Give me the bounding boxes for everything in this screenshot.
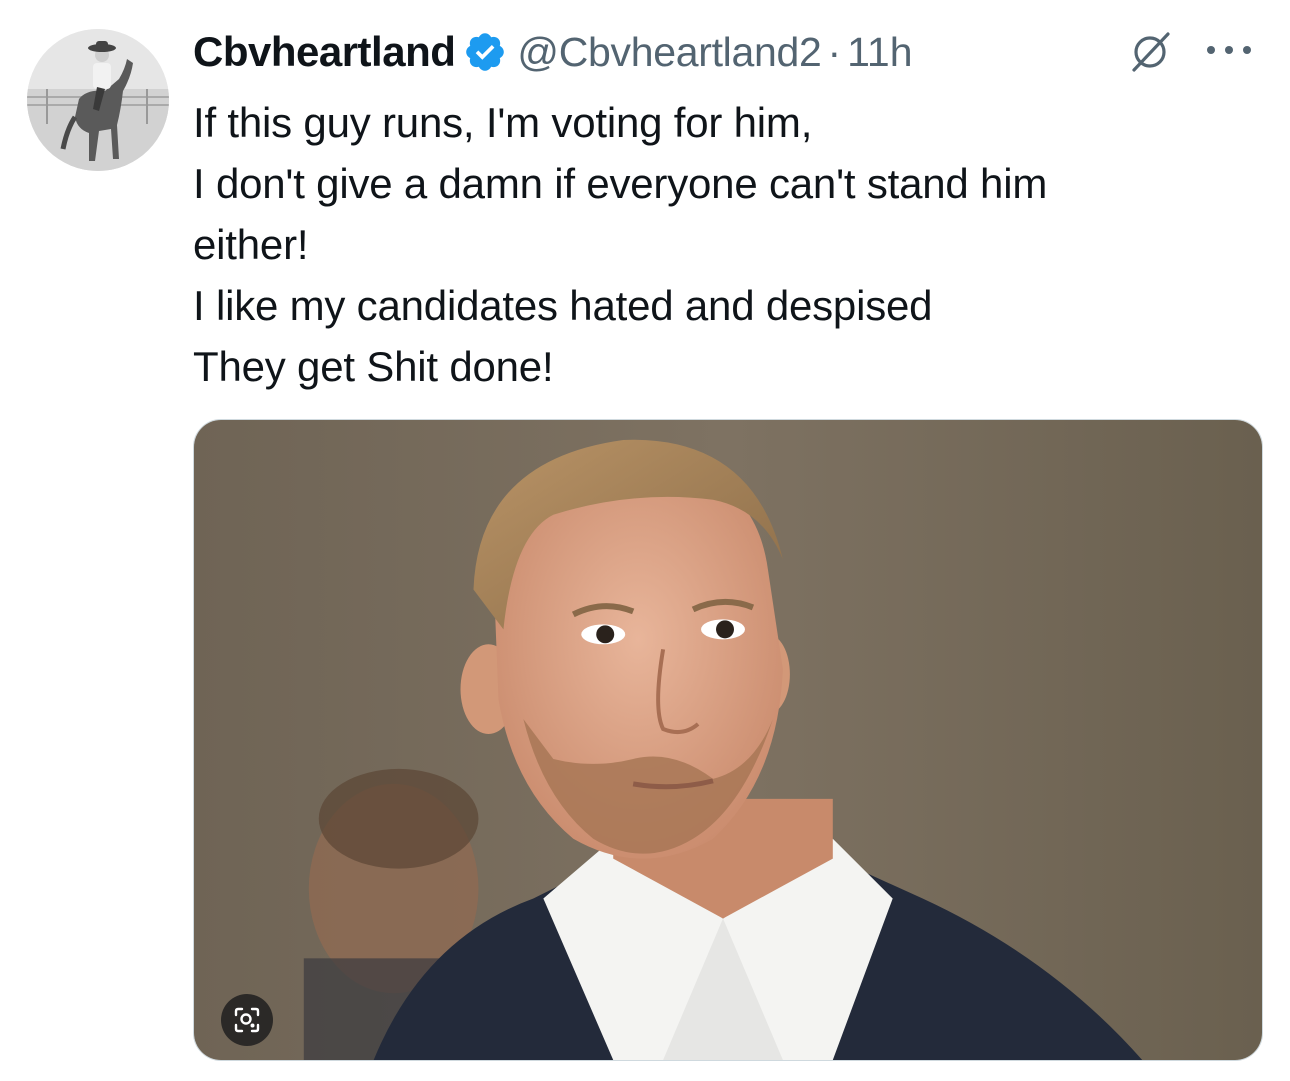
tweet-text: If this guy runs, I'm voting for him, I … (193, 92, 1253, 397)
verified-badge-icon[interactable] (463, 30, 507, 74)
display-name[interactable]: Cbvheartland (193, 28, 456, 76)
media-photo (194, 420, 1262, 1060)
avatar[interactable] (27, 29, 169, 171)
grok-icon[interactable] (1128, 28, 1174, 74)
tweet-line: If this guy runs, I'm voting for him, (193, 99, 813, 146)
more-dot (1225, 46, 1233, 54)
user-handle[interactable]: @Cbvheartland2 (517, 29, 821, 76)
tweet-line: either! (193, 221, 309, 268)
avatar-image (27, 29, 169, 171)
tweet-line: They get Shit done! (193, 343, 554, 390)
more-dot (1207, 46, 1215, 54)
tweet-header: Cbvheartland @Cbvheartland2 · 11h (193, 26, 1270, 78)
visual-search-icon[interactable] (221, 994, 273, 1046)
timestamp[interactable]: 11h (847, 29, 912, 76)
more-dot (1243, 46, 1251, 54)
tweet-media[interactable] (193, 419, 1263, 1061)
tweet-line: I don't give a damn if everyone can't st… (193, 160, 1048, 207)
separator-dot: · (827, 28, 842, 75)
more-options-icon[interactable] (1203, 30, 1255, 70)
tweet-line: I like my candidates hated and despised (193, 282, 933, 329)
